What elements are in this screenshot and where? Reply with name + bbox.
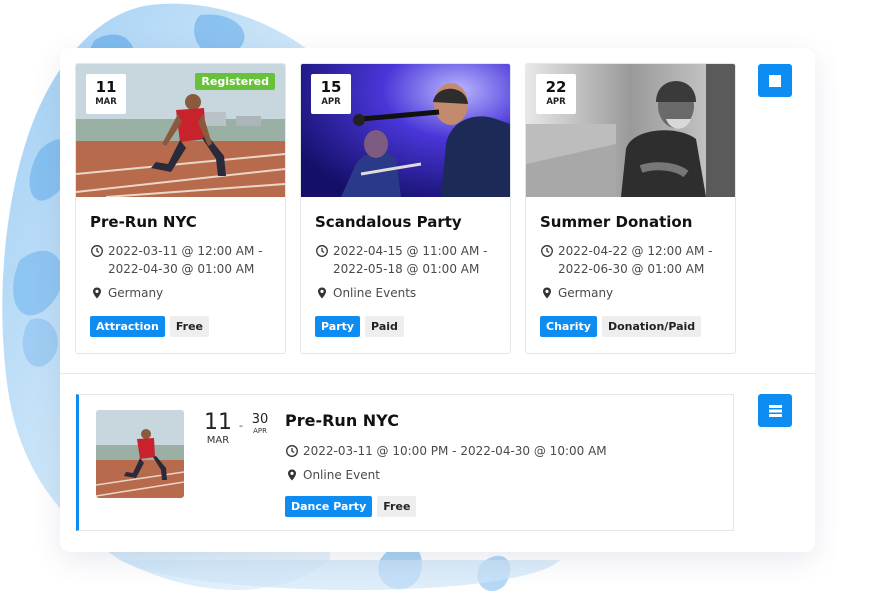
list-event-card[interactable]: 11 MAR - 30 APR Pre-Run NYC 2022-03-11 @… [76,394,734,531]
event-tags: Party Paid [315,316,496,337]
price-tag: Donation/Paid [601,316,702,337]
section-divider [60,373,815,374]
date-separator: - [239,419,243,432]
category-tag[interactable]: Party [315,316,361,337]
grid-view-icon [769,74,781,87]
date-month: APR [546,97,566,107]
event-datetime-text: 2022-03-11 @ 10:00 PM - 2022-04-30 @ 10:… [303,444,607,458]
price-tag: Free [169,316,209,337]
start-date: 11 MAR [203,411,233,447]
event-location: Online Event [285,466,607,484]
event-card[interactable]: 15 APR Scandalous Party 2022-04-15 @ 11:… [300,63,511,354]
event-image[interactable]: 15 APR [301,64,510,197]
event-card[interactable]: 11 MAR Registered Pre-Run NYC 2022-03-11… [75,63,286,354]
event-start: 2022-03-11 @ 12:00 AM - [108,244,263,258]
price-tag: Paid [365,316,404,337]
date-badge: 22 APR [536,74,576,114]
event-title[interactable]: Summer Donation [540,213,721,231]
grid-view-button[interactable] [758,64,792,97]
registered-badge: Registered [195,73,275,90]
end-date: 30 APR [249,412,271,436]
event-end: 2022-05-18 @ 01:00 AM [333,262,480,276]
date-month: MAR [95,97,117,107]
event-datetime: 2022-03-11 @ 12:00 AM - 2022-04-30 @ 01:… [90,242,271,278]
event-title[interactable]: Pre-Run NYC [285,411,607,430]
clock-icon [91,245,103,257]
end-month: APR [253,427,267,435]
map-pin-icon [93,287,101,299]
event-thumbnail[interactable] [96,410,184,498]
date-day: 11 [95,78,117,96]
event-tags: Charity Donation/Paid [540,316,721,337]
date-month: APR [321,97,341,107]
event-title[interactable]: Scandalous Party [315,213,496,231]
event-info: Pre-Run NYC 2022-03-11 @ 10:00 PM - 2022… [285,411,607,517]
clock-icon [286,445,298,457]
event-location: Germany [90,284,271,302]
event-start: 2022-04-22 @ 12:00 AM - [558,244,713,258]
map-pin-icon [318,287,326,299]
date-day: 15 [320,78,342,96]
event-image[interactable]: 11 MAR Registered [76,64,285,197]
clock-icon [541,245,553,257]
event-start: 2022-04-15 @ 11:00 AM - [333,244,488,258]
event-tags: Attraction Free [90,316,271,337]
date-badge: 11 MAR [86,74,126,114]
map-pin-icon [543,287,551,299]
event-tags: Dance Party Free [285,496,607,517]
event-end: 2022-04-30 @ 01:00 AM [108,262,255,276]
list-view-icon [768,404,782,417]
clock-icon [316,245,328,257]
location-label: Germany [558,286,614,300]
event-location: Germany [540,284,721,302]
event-datetime: 2022-04-22 @ 12:00 AM - 2022-06-30 @ 01:… [540,242,721,278]
category-tag[interactable]: Attraction [90,316,165,337]
list-view-button[interactable] [758,394,792,427]
event-end: 2022-06-30 @ 01:00 AM [558,262,705,276]
category-tag[interactable]: Dance Party [285,496,373,517]
end-day: 30 [251,412,269,427]
start-day: 11 [204,410,232,435]
event-date-range: 11 MAR - 30 APR [203,411,273,451]
event-image[interactable]: 22 APR [526,64,735,197]
date-day: 22 [545,78,567,96]
event-datetime: 2022-04-15 @ 11:00 AM - 2022-05-18 @ 01:… [315,242,496,278]
location-label: Online Events [333,286,417,300]
date-badge: 15 APR [311,74,351,114]
event-datetime: 2022-03-11 @ 10:00 PM - 2022-04-30 @ 10:… [285,442,607,460]
event-title[interactable]: Pre-Run NYC [90,213,271,231]
map-pin-icon [288,469,296,481]
location-label: Online Event [303,468,380,482]
event-card[interactable]: 22 APR Summer Donation 2022-04-22 @ 12:0… [525,63,736,354]
location-label: Germany [108,286,164,300]
event-location: Online Events [315,284,496,302]
price-tag: Free [377,496,417,517]
category-tag[interactable]: Charity [540,316,597,337]
start-month: MAR [206,435,230,446]
